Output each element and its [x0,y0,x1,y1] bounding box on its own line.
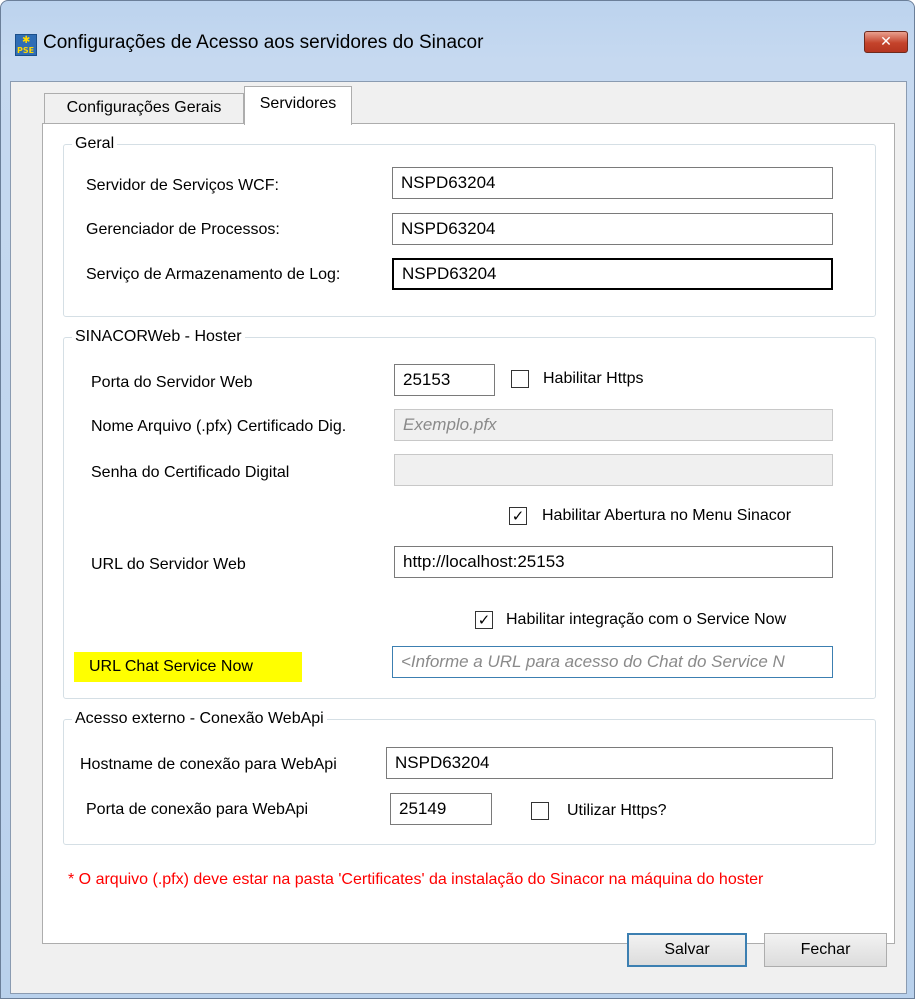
save-button[interactable]: Salvar [627,933,747,967]
tab-servidores[interactable]: Servidores [244,86,352,125]
chat-url-label: URL Chat Service Now [74,652,302,682]
porta-webapi-input[interactable] [390,793,492,825]
porta-servidor-label: Porta do Servidor Web [91,374,253,391]
porta-servidor-input[interactable] [394,364,495,396]
senha-certificado-input[interactable] [394,454,833,486]
app-icon-text: PSE [17,46,35,55]
gear-icon: ✱ [22,35,31,46]
url-servidor-label: URL do Servidor Web [91,556,246,573]
https-checkbox[interactable] [511,370,529,388]
app-icon: ✱ PSE [15,34,37,56]
https-label: Habilitar Https [543,370,644,387]
senha-label: Senha do Certificado Digital [91,464,290,481]
log-server-input[interactable] [392,258,833,290]
processos-label: Gerenciador de Processos: [86,221,280,238]
dialog-window: ✱ PSE Configurações de Acesso aos servid… [0,0,915,999]
tab-configuracoes-gerais[interactable]: Configurações Gerais [44,93,244,123]
porta-webapi-label: Porta de conexão para WebApi [86,801,309,818]
log-label: Serviço de Armazenamento de Log: [86,266,341,283]
group-hoster-legend: SINACORWeb - Hoster [75,328,242,345]
servicenow-label: Habilitar integração com o Service Now [506,611,787,628]
chat-url-input[interactable] [392,646,833,678]
webapi-https-label: Utilizar Https? [567,802,667,819]
pfx-filename-input[interactable] [394,409,833,441]
hostname-webapi-label: Hostname de conexão para WebApi [80,756,337,773]
window-title: Configurações de Acesso aos servidores d… [43,32,484,53]
webapi-https-checkbox[interactable] [531,802,549,820]
wcf-server-input[interactable] [392,167,833,199]
close-button[interactable]: Fechar [764,933,887,967]
processos-server-input[interactable] [392,213,833,245]
group-webapi-legend: Acesso externo - Conexão WebApi [75,710,324,727]
title-bar[interactable]: ✱ PSE Configurações de Acesso aos servid… [1,1,914,81]
servicenow-checkbox[interactable]: ✓ [475,611,493,629]
menu-sinacor-label: Habilitar Abertura no Menu Sinacor [542,507,792,524]
group-geral-legend: Geral [75,135,115,152]
url-servidor-input[interactable] [394,546,833,578]
hostname-webapi-input[interactable] [386,747,833,779]
close-icon[interactable]: ✕ [864,31,908,53]
menu-sinacor-checkbox[interactable]: ✓ [509,507,527,525]
wcf-label: Servidor de Serviços WCF: [86,177,279,194]
certificate-note: * O arquivo (.pfx) deve estar na pasta '… [68,871,764,888]
pfx-label: Nome Arquivo (.pfx) Certificado Dig. [91,418,347,435]
